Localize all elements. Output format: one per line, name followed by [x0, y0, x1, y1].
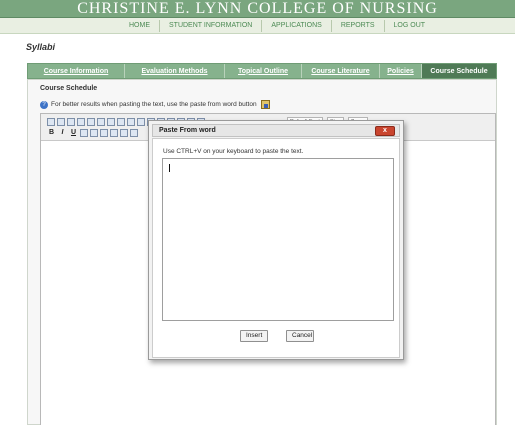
top-navigation: HOME STUDENT INFORMATION APPLICATIONS RE… [0, 18, 515, 34]
italic-button[interactable]: I [58, 129, 67, 137]
find-icon[interactable] [87, 117, 95, 126]
dialog-body: Use CTRL+V on your keyboard to paste the… [152, 138, 400, 358]
header-banner: CHRISTINE E. LYNN COLLEGE OF NURSING [0, 0, 515, 18]
paste-from-word-icon[interactable] [260, 100, 270, 109]
copy-icon[interactable] [127, 117, 135, 126]
new-document-icon[interactable] [57, 117, 65, 126]
paste-icon[interactable] [137, 117, 145, 126]
align-right-icon[interactable] [100, 129, 108, 137]
cut-icon[interactable] [117, 117, 125, 126]
spellcheck-icon[interactable] [107, 117, 115, 126]
align-center-icon[interactable] [90, 129, 98, 137]
close-button[interactable]: x [375, 126, 395, 136]
nav-student-information[interactable]: STUDENT INFORMATION [159, 20, 261, 32]
table-icon[interactable] [120, 129, 128, 137]
dialog-titlebar[interactable]: Paste From word x [152, 124, 400, 137]
cancel-button[interactable]: Cancel [286, 330, 314, 342]
text-cursor [169, 164, 170, 172]
tab-course-literature[interactable]: Course Literature [302, 64, 380, 78]
highlight-icon[interactable] [130, 129, 138, 137]
nav-reports[interactable]: REPORTS [330, 20, 384, 32]
tab-topical-outline[interactable]: Topical Outline [225, 64, 302, 78]
tab-course-schedule[interactable]: Course Schedule [422, 64, 496, 78]
align-left-icon[interactable] [80, 129, 88, 137]
justify-icon[interactable] [110, 129, 118, 137]
tab-course-information[interactable]: Course Information [28, 64, 125, 78]
college-title: CHRISTINE E. LYNN COLLEGE OF NURSING [77, 0, 438, 17]
print-icon[interactable] [67, 117, 75, 126]
paste-from-word-dialog: Paste From word x Use CTRL+V on your key… [148, 120, 404, 360]
nav-home[interactable]: HOME [120, 20, 159, 32]
save-icon[interactable] [47, 117, 55, 126]
underline-button[interactable]: U [69, 129, 78, 137]
tab-evaluation-methods[interactable]: Evaluation Methods [125, 64, 225, 78]
paste-tip-text: For better results when pasting the text… [51, 101, 257, 108]
tab-policies[interactable]: Policies [380, 64, 422, 78]
dialog-title: Paste From word [159, 127, 216, 134]
page-title: Syllabi [26, 42, 56, 52]
insert-button[interactable]: Insert [240, 330, 268, 342]
syllabus-tabs: Course Information Evaluation Methods To… [27, 63, 497, 79]
help-icon: ? [40, 100, 48, 109]
paste-textarea[interactable] [162, 158, 394, 321]
nav-applications[interactable]: APPLICATIONS [261, 20, 330, 32]
paste-tip: ? For better results when pasting the te… [40, 100, 270, 109]
toolbar-row-2: B I U [47, 129, 140, 137]
preview-icon[interactable] [77, 117, 85, 126]
bold-button[interactable]: B [47, 129, 56, 137]
replace-icon[interactable] [97, 117, 105, 126]
dialog-instruction: Use CTRL+V on your keyboard to paste the… [163, 148, 304, 155]
section-title: Course Schedule [40, 85, 98, 92]
nav-log-out[interactable]: LOG OUT [383, 20, 435, 32]
